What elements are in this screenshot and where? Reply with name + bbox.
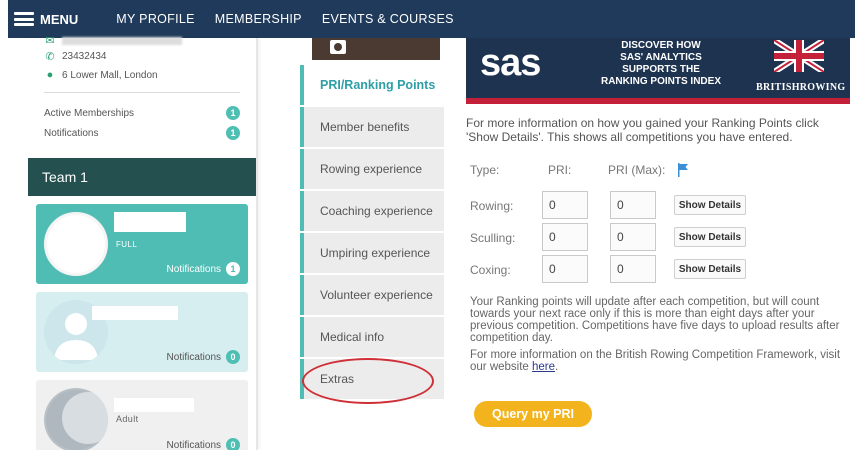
profile-tabs: PRI/Ranking Points Member benefits Rowin…	[300, 38, 446, 399]
ranking-update-note: Your Ranking points will update after ea…	[470, 296, 840, 344]
membership-type: Adult	[116, 414, 139, 424]
card-notifications[interactable]: Notifications 0	[167, 438, 240, 450]
card-notifications-label: Notifications	[166, 263, 221, 275]
address-row: ● 6 Lower Mall, London	[44, 69, 158, 81]
card-notifications-label: Notifications	[166, 351, 221, 363]
divider	[44, 92, 240, 93]
info-flag-icon[interactable]	[678, 163, 688, 177]
tab-coaching-experience[interactable]: Coaching experience	[300, 191, 444, 231]
camera-icon[interactable]	[330, 40, 346, 54]
framework-note: For more information on the British Rowi…	[470, 349, 842, 373]
notifications-row[interactable]: Notifications 1	[44, 126, 240, 140]
top-nav: MENU MY PROFILE MEMBERSHIP EVENTS & COUR…	[8, 0, 855, 38]
rowing-pri-field: 0	[542, 191, 588, 219]
phone-icon: ✆	[45, 51, 55, 63]
query-my-pri-button[interactable]: Query my PRI	[474, 401, 592, 427]
card-notifications-badge: 0	[226, 350, 240, 364]
highlight-circle	[302, 358, 434, 404]
tab-rowing-experience[interactable]: Rowing experience	[300, 149, 444, 189]
sculling-pri-max-field: 0	[610, 223, 656, 251]
notifications-badge: 1	[226, 126, 240, 140]
membership-type: FULL	[116, 240, 138, 249]
sas-banner[interactable]: sas DISCOVER HOW SAS' ANALYTICS SUPPORTS…	[466, 38, 850, 104]
active-memberships-label: Active Memberships	[44, 107, 135, 119]
tab-volunteer-experience[interactable]: Volunteer experience	[300, 275, 444, 315]
tab-member-benefits[interactable]: Member benefits	[300, 107, 444, 147]
team-member-card[interactable]: FULL Notifications 1	[36, 204, 248, 284]
sas-logo: sas	[480, 42, 541, 84]
menu-button[interactable]: MENU	[8, 0, 84, 38]
name-redacted	[114, 212, 186, 232]
team-member-card[interactable]: Adult Notifications 0	[36, 380, 248, 450]
banner-line: SAS' ANALYTICS	[620, 52, 702, 63]
email-redacted	[62, 36, 182, 45]
active-memberships-badge: 1	[226, 106, 240, 120]
active-memberships-row[interactable]: Active Memberships 1	[44, 106, 240, 120]
tab-pri-ranking-points[interactable]: PRI/Ranking Points	[300, 65, 444, 105]
website-link[interactable]: here	[532, 361, 555, 373]
row-label-rowing: Rowing:	[470, 199, 514, 213]
rowing-photo-icon	[46, 390, 108, 450]
row-label-sculling: Sculling:	[470, 231, 516, 245]
british-rowing-logo: BRITISHROWING	[756, 82, 846, 93]
header-pri: PRI:	[548, 163, 572, 177]
card-notifications-badge: 0	[226, 438, 240, 450]
contact-details: ✉ ✆ 23432434 ● 6 Lower Mall, London	[26, 35, 258, 86]
notifications-label: Notifications	[44, 127, 99, 139]
rowing-pri-max-field: 0	[610, 191, 656, 219]
tab-umpiring-experience[interactable]: Umpiring experience	[300, 233, 444, 273]
menu-label: MENU	[40, 11, 79, 27]
team-title: Team 1	[42, 169, 88, 185]
row-label-coxing: Coxing:	[470, 263, 511, 277]
hamburger-icon	[14, 12, 34, 26]
header-type: Type:	[470, 163, 500, 177]
address: 6 Lower Mall, London	[62, 69, 158, 81]
banner-line: RANKING POINTS INDEX	[600, 76, 721, 87]
union-flag-icon	[774, 40, 824, 72]
show-details-sculling-button[interactable]: Show Details	[674, 227, 746, 247]
framework-text: For more information on the British Rowi…	[470, 349, 841, 373]
nav-events-courses[interactable]: EVENTS & COURSES	[322, 12, 454, 26]
tab-medical-info[interactable]: Medical info	[300, 317, 444, 357]
show-details-coxing-button[interactable]: Show Details	[674, 259, 746, 279]
card-notifications-label: Notifications	[166, 439, 221, 450]
team-header: Team 1	[28, 158, 256, 196]
coxing-pri-field: 0	[542, 255, 588, 283]
card-notifications[interactable]: Notifications 0	[167, 350, 240, 364]
profile-sidebar: ✉ ✆ 23432434 ● 6 Lower Mall, London Acti…	[26, 35, 258, 450]
banner-tagline: DISCOVER HOW SAS' ANALYTICS SUPPORTS THE…	[590, 40, 732, 88]
banner-line: DISCOVER HOW	[621, 40, 701, 51]
banner-line: SUPPORTS THE	[622, 64, 700, 75]
sculling-pri-field: 0	[542, 223, 588, 251]
coxing-pri-max-field: 0	[610, 255, 656, 283]
header-pri-max: PRI (Max):	[608, 163, 666, 177]
nav-membership[interactable]: MEMBERSHIP	[215, 12, 302, 26]
avatar	[44, 212, 108, 276]
phone-row: ✆ 23432434	[44, 50, 107, 63]
nav-my-profile[interactable]: MY PROFILE	[116, 12, 194, 26]
email-icon: ✉	[45, 35, 55, 47]
pri-intro-text: For more information on how you gained y…	[466, 116, 819, 144]
email-row: ✉	[44, 34, 182, 47]
name-redacted	[92, 306, 178, 320]
avatar	[44, 388, 108, 450]
phone-number: 23432434	[62, 51, 107, 62]
profile-photo[interactable]	[312, 38, 440, 60]
location-pin-icon: ●	[46, 69, 54, 81]
framework-suffix: .	[555, 361, 559, 373]
show-details-rowing-button[interactable]: Show Details	[674, 195, 746, 215]
team-member-card[interactable]: Notifications 0	[36, 292, 248, 372]
card-notifications[interactable]: Notifications 1	[167, 262, 240, 276]
name-redacted	[114, 398, 194, 412]
card-notifications-badge: 1	[226, 262, 240, 276]
